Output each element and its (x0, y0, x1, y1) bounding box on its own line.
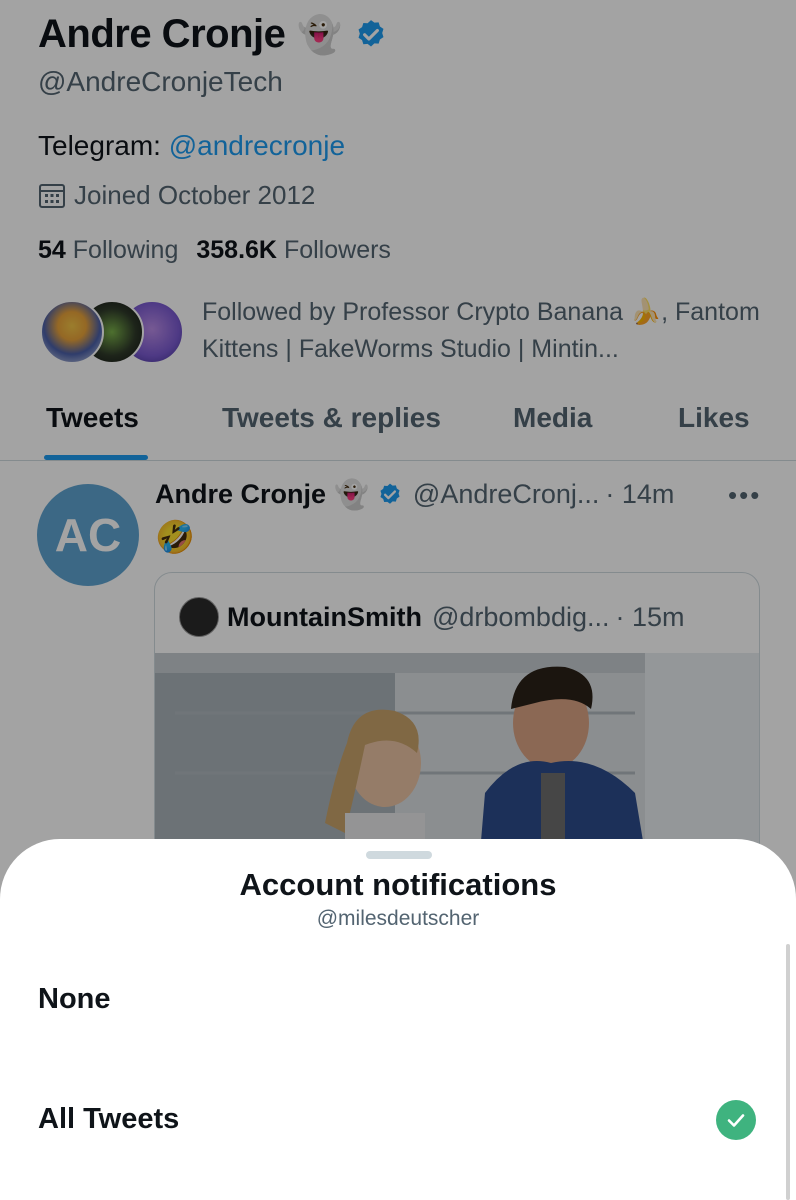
option-label: None (38, 983, 111, 1015)
sheet-subtitle: @milesdeutscher (316, 907, 480, 930)
scrollbar[interactable] (786, 944, 790, 1200)
option-label: All Tweets (38, 1103, 180, 1135)
account-notifications-sheet: Account notifications @milesdeutscher No… (0, 839, 796, 1200)
option-none[interactable]: None (0, 955, 796, 1045)
sheet-title: Account notifications (239, 867, 557, 902)
checkmark-icon (716, 1100, 756, 1140)
sheet-grabber[interactable] (366, 851, 432, 859)
option-all-tweets[interactable]: All Tweets (0, 1075, 796, 1165)
